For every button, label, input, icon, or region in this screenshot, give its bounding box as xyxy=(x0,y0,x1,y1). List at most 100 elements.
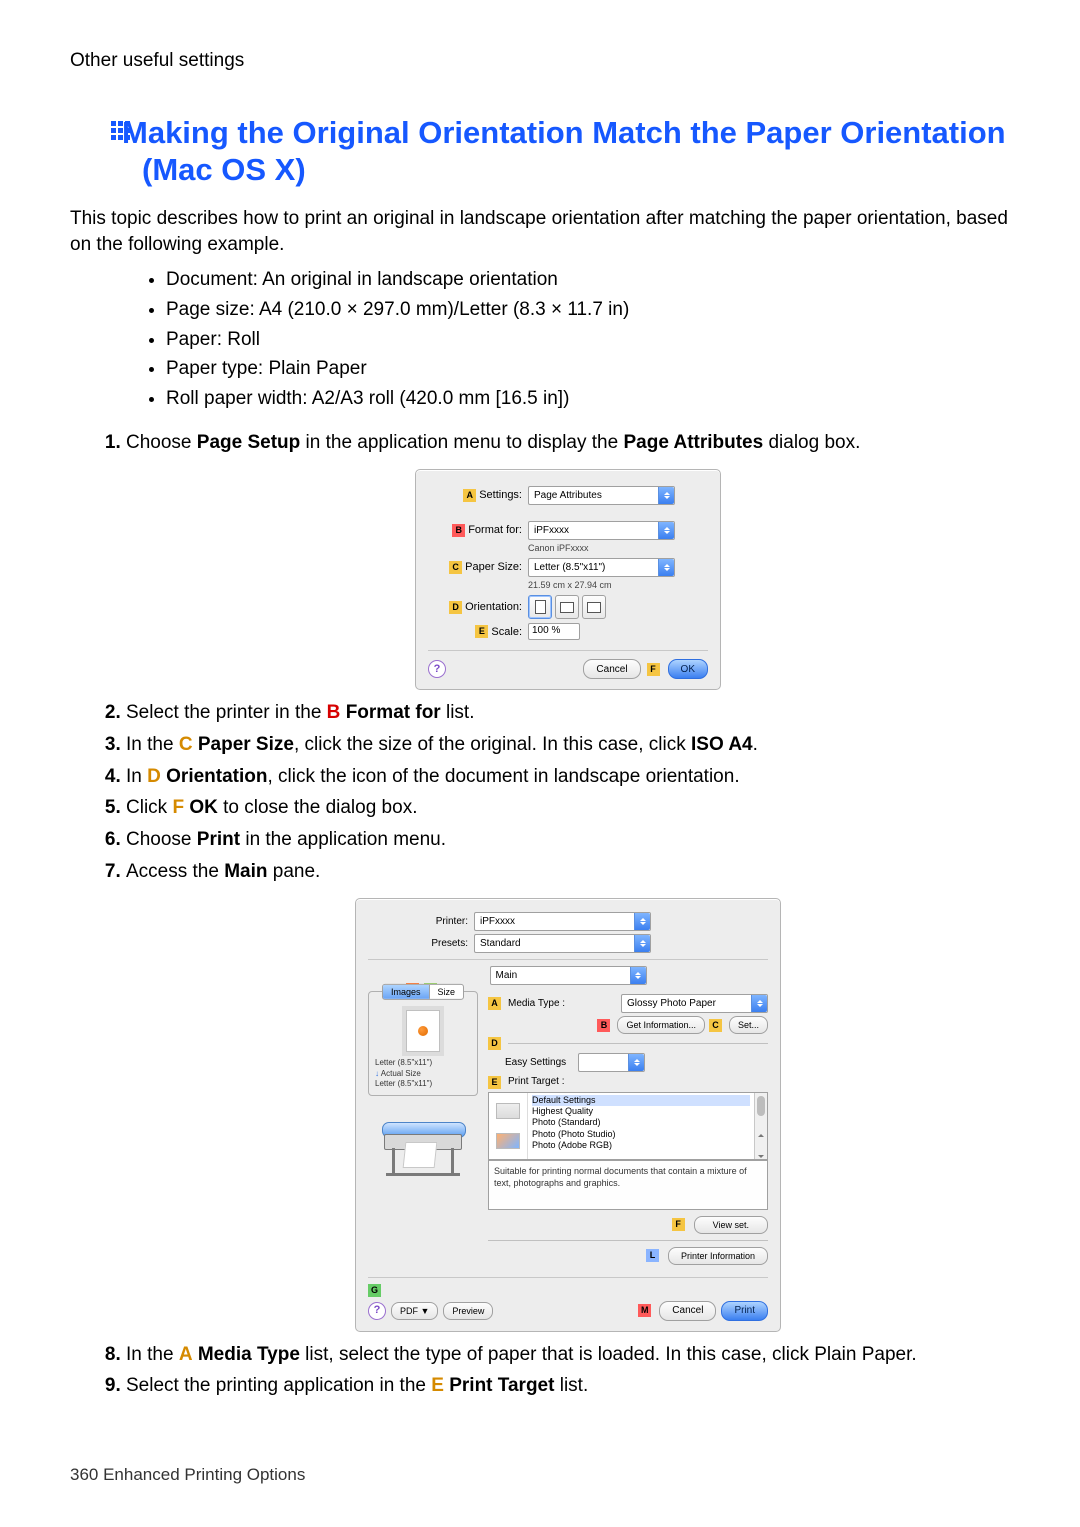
set-button[interactable]: Set... xyxy=(729,1016,768,1034)
mediatype-label: Media Type : xyxy=(508,997,565,1011)
preview-button[interactable]: Preview xyxy=(443,1302,493,1320)
divider xyxy=(368,1277,768,1278)
print-dialog: Printer: iPFxxxx Presets: Standard Main xyxy=(355,898,781,1332)
step-5: Click F OK to close the dialog box. xyxy=(126,795,1010,821)
text: In the xyxy=(126,1344,179,1365)
scale-input[interactable]: 100 % xyxy=(528,623,580,640)
orientation-label: Orientation: xyxy=(465,601,522,613)
orientation-landscape-button[interactable] xyxy=(555,595,579,619)
keyword: Media Type xyxy=(198,1344,300,1365)
step-9: Select the printing application in the E… xyxy=(126,1373,1010,1399)
combo-value: Letter (8.5"x11") xyxy=(534,561,605,575)
step-1: Choose Page Setup in the application men… xyxy=(126,430,1010,691)
down-arrow-icon: ↓ xyxy=(375,1069,379,1078)
inline-marker-B: B xyxy=(327,702,341,723)
keyword: Page Setup xyxy=(197,432,300,453)
presets-combo[interactable]: Standard xyxy=(474,934,651,953)
list-item[interactable]: Highest Quality xyxy=(532,1106,750,1117)
chevron-updown-icon xyxy=(658,559,674,576)
keyword: Print Target xyxy=(449,1375,554,1396)
steps-list: Choose Page Setup in the application men… xyxy=(70,430,1010,1400)
tab-images[interactable]: Images xyxy=(383,985,429,999)
text: list, select the type of paper that is l… xyxy=(300,1344,917,1365)
get-information-button[interactable]: Get Information... xyxy=(617,1016,705,1034)
chevron-updown-icon xyxy=(634,913,650,930)
help-button[interactable]: ? xyxy=(368,1302,386,1320)
bullet: Document: An original in landscape orien… xyxy=(166,267,1010,293)
text: Access the xyxy=(126,861,224,882)
chevron-updown-icon xyxy=(630,967,646,984)
text: to close the dialog box. xyxy=(218,797,418,818)
divider xyxy=(428,650,708,651)
printtarget-list[interactable]: Default Settings Highest Quality Photo (… xyxy=(488,1092,768,1160)
keyword: Main xyxy=(224,861,267,882)
page-setup-dialog: ASettings: Page Attributes BFormat for: … xyxy=(415,469,721,690)
bullet: Page size: A4 (210.0 × 297.0 mm)/Letter … xyxy=(166,297,1010,323)
scrollbar[interactable] xyxy=(754,1093,767,1159)
settings-combo[interactable]: Page Attributes xyxy=(528,486,675,505)
step-7: Access the Main pane. Printer: iPFxxxx P… xyxy=(126,859,1010,1332)
help-button[interactable]: ? xyxy=(428,660,446,678)
printer-illustration xyxy=(374,1110,472,1176)
text: . xyxy=(753,734,758,755)
text: dialog box. xyxy=(763,432,860,453)
printer-label: Printer: xyxy=(368,915,474,929)
text: in the application menu to display the xyxy=(300,432,623,453)
formatfor-combo[interactable]: iPFxxxx xyxy=(528,521,675,540)
landscape-reverse-icon xyxy=(587,602,601,613)
keyword: Orientation xyxy=(166,766,267,787)
easysettings-combo[interactable] xyxy=(578,1053,645,1072)
marker-F: F xyxy=(672,1218,685,1231)
view-set-button[interactable]: View set. xyxy=(694,1216,768,1234)
keyword: ISO A4 xyxy=(691,734,753,755)
cancel-button[interactable]: Cancel xyxy=(583,659,640,679)
chevron-updown-icon xyxy=(658,487,674,504)
photo-thumb-icon xyxy=(496,1133,520,1149)
text: Select the printing application in the xyxy=(126,1375,431,1396)
bullet: Paper type: Plain Paper xyxy=(166,356,1010,382)
list-item[interactable]: Photo (Adobe RGB) xyxy=(532,1140,750,1151)
example-bullets: Document: An original in landscape orien… xyxy=(70,267,1010,411)
marker-D: D xyxy=(449,601,462,614)
inline-marker-E: E xyxy=(431,1375,444,1396)
easysettings-label: Easy Settings xyxy=(505,1056,566,1070)
chevron-updown-icon xyxy=(751,995,767,1012)
tab-size[interactable]: Size xyxy=(429,985,464,999)
orientation-reverse-landscape-button[interactable] xyxy=(582,595,606,619)
ok-button[interactable]: OK xyxy=(668,659,708,679)
chevron-updown-icon xyxy=(628,1054,644,1071)
pdf-menu-button[interactable]: PDF ▼ xyxy=(391,1302,438,1320)
list-item[interactable]: Photo (Photo Studio) xyxy=(532,1129,750,1140)
marker-E: E xyxy=(488,1076,501,1089)
marker-F: F xyxy=(647,663,660,676)
pane-combo[interactable]: Main xyxy=(490,966,647,985)
text: In the xyxy=(126,734,179,755)
scroll-up-icon[interactable] xyxy=(758,1134,764,1137)
doc-thumb-icon xyxy=(496,1103,520,1119)
print-button[interactable]: Print xyxy=(721,1301,768,1321)
cancel-button[interactable]: Cancel xyxy=(659,1301,716,1321)
page-title: Making the Original Orientation Match th… xyxy=(90,114,1010,188)
preview-tabbox: H I Images Size Letter (8.5"x11") xyxy=(368,991,478,1096)
combo-value: Glossy Photo Paper xyxy=(627,997,716,1011)
list-item[interactable]: Photo (Standard) xyxy=(532,1117,750,1128)
marker-B: B xyxy=(597,1019,610,1032)
printer-information-button[interactable]: Printer Information xyxy=(668,1247,768,1265)
inline-marker-F: F xyxy=(172,797,184,818)
text: list. xyxy=(441,702,475,723)
scroll-thumb[interactable] xyxy=(757,1096,765,1116)
sample-image-icon xyxy=(418,1026,428,1036)
scale-label: Scale: xyxy=(491,626,522,638)
papersize-combo[interactable]: Letter (8.5"x11") xyxy=(528,558,675,577)
scroll-down-icon[interactable] xyxy=(758,1155,764,1158)
list-item[interactable]: Default Settings xyxy=(532,1095,750,1106)
page-title-text: Making the Original Orientation Match th… xyxy=(142,114,1010,188)
settings-label: Settings: xyxy=(479,489,522,501)
printer-combo[interactable]: iPFxxxx xyxy=(474,912,651,931)
chevron-updown-icon xyxy=(658,522,674,539)
presets-label: Presets: xyxy=(368,937,474,951)
mediatype-combo[interactable]: Glossy Photo Paper xyxy=(621,994,768,1013)
text: list. xyxy=(554,1375,588,1396)
orientation-portrait-button[interactable] xyxy=(528,595,552,619)
papersize-sub: 21.59 cm x 27.94 cm xyxy=(528,579,708,591)
